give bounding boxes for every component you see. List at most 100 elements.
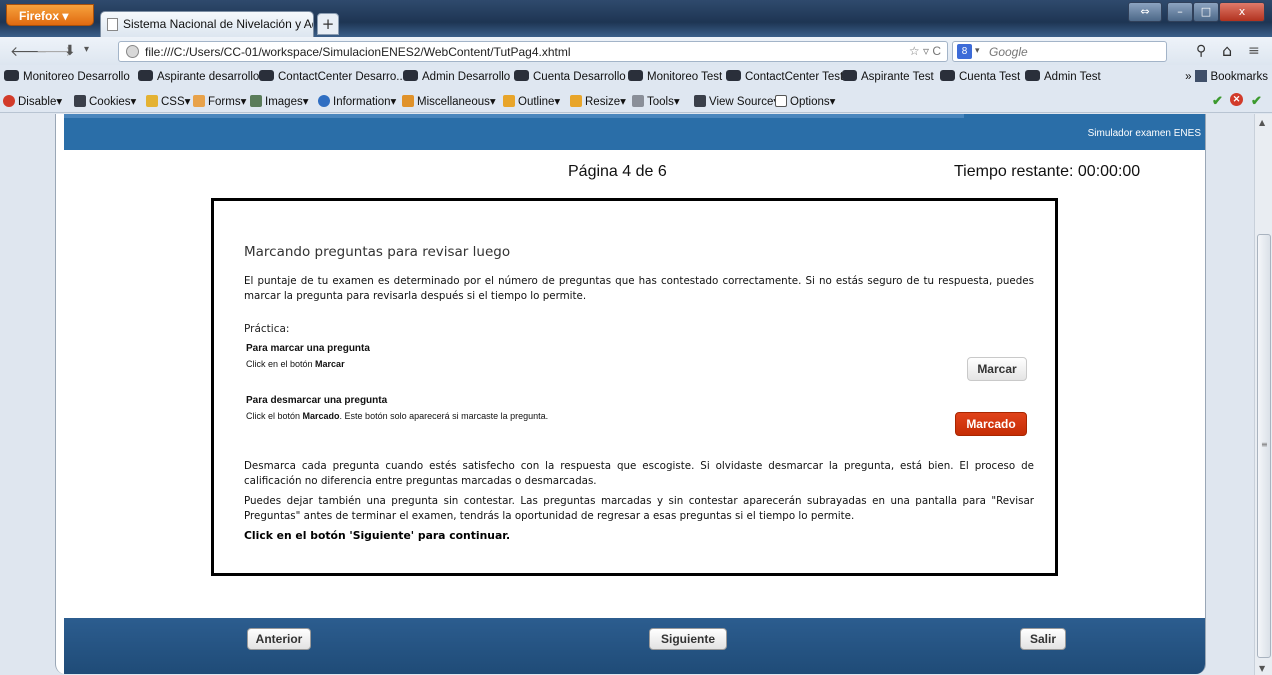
exit-button[interactable]: Salir [1020, 628, 1066, 650]
skip-paragraph: Puedes dejar también una pregunta sin co… [244, 495, 1034, 522]
minimize-button[interactable]: – [1167, 2, 1193, 22]
bookmark-item[interactable]: Admin Desarrollo [403, 70, 510, 83]
page-indicator: Página 4 de 6 [568, 163, 667, 180]
url-bar[interactable]: file:///C:/Users/CC-01/workspace/Simulac… [118, 41, 948, 62]
chevron-down-icon: ▾ [975, 45, 980, 55]
header-banner: Simulador examen ENES [64, 114, 1205, 150]
tab-title: Sistema Nacional de Nivelación y Admis..… [123, 17, 313, 31]
check-icon: ✔ [1251, 93, 1262, 108]
title-bar: Firefox ▾ Sistema Nacional de Nivelación… [0, 0, 1272, 37]
bookmark-item[interactable]: Aspirante desarrollo [138, 70, 259, 83]
bookmark-item[interactable]: Monitoreo Desarrollo [4, 70, 130, 83]
practice-label: Práctica: [244, 323, 290, 335]
download-icon[interactable]: ⬇ [64, 43, 76, 59]
header-label: Simulador examen ENES [1087, 128, 1201, 139]
search-input[interactable]: 8 ▾ Google [952, 41, 1167, 62]
forms-icon [193, 95, 205, 107]
vertical-scrollbar[interactable]: ▲ ≡ ▼ [1254, 114, 1272, 675]
bookmark-item[interactable]: ContactCenter Desarro... [259, 70, 406, 83]
grip-icon: ≡ [1261, 440, 1268, 449]
tutorial-box: Marcando preguntas para revisar luego El… [211, 198, 1058, 576]
menu-icon[interactable]: ≡ [1248, 43, 1260, 59]
wd-information[interactable]: Information▾ [318, 94, 396, 108]
firefox-menu-button[interactable]: Firefox ▾ [6, 4, 94, 26]
options-icon [775, 95, 787, 107]
bookmark-icon [940, 70, 955, 81]
bookmark-star-icon[interactable]: ☆ ▿ C [909, 44, 941, 58]
scroll-up-icon[interactable]: ▲ [1259, 118, 1265, 127]
tutorial-title: Marcando preguntas para revisar luego [244, 244, 511, 260]
marked-button[interactable]: Marcado [955, 412, 1027, 436]
tab-active[interactable]: Sistema Nacional de Nivelación y Admis..… [100, 11, 314, 37]
wd-resize[interactable]: Resize▾ [570, 94, 626, 108]
restore-icon[interactable]: ⇔ [1128, 2, 1162, 22]
scroll-down-icon[interactable]: ▼ [1259, 664, 1265, 673]
new-tab-button[interactable]: + [317, 13, 339, 35]
wd-forms[interactable]: Forms▾ [193, 94, 246, 108]
tools-icon [632, 95, 644, 107]
header-strip [64, 114, 964, 118]
bookmark-icon [4, 70, 19, 81]
url-text: file:///C:/Users/CC-01/workspace/Simulac… [145, 45, 571, 59]
unmark-heading: Para desmarcar una pregunta [246, 395, 388, 406]
wd-tools[interactable]: Tools▾ [632, 94, 680, 108]
bookmark-icon [842, 70, 857, 81]
bookmark-item[interactable]: Cuenta Desarrollo [514, 70, 626, 83]
bookmark-icon [1025, 70, 1040, 81]
wd-outline[interactable]: Outline▾ [503, 94, 560, 108]
mark-instructions: Click en el botón Marcar [246, 359, 345, 369]
disable-icon [3, 95, 15, 107]
intro-paragraph: El puntaje de tu examen es determinado p… [244, 275, 1034, 302]
bookmark-item[interactable]: ContactCenter Test [726, 70, 843, 83]
unmark-paragraph: Desmarca cada pregunta cuando estés sati… [244, 460, 1034, 487]
wd-disable[interactable]: Disable▾ [3, 94, 62, 108]
css-icon [146, 95, 158, 107]
continue-instruction: Click en el botón 'Siguiente' para conti… [244, 529, 511, 542]
outline-icon [503, 95, 515, 107]
search-engine-icon[interactable]: 8 [957, 44, 972, 59]
wd-options[interactable]: Options▾ [775, 94, 835, 108]
wd-view-source[interactable]: View Source▾ [694, 94, 779, 108]
bookmark-item[interactable]: Cuenta Test [940, 70, 1020, 83]
resize-icon [570, 95, 582, 107]
wd-css[interactable]: CSS▾ [146, 94, 190, 108]
next-button[interactable]: Siguiente [649, 628, 727, 650]
globe-icon [126, 45, 139, 58]
bookmark-icon [514, 70, 529, 81]
bookmark-icon [259, 70, 274, 81]
bookmarks-menu[interactable]: » Bookmarks [1185, 70, 1268, 83]
unmark-instructions: Click el botón Marcado. Este botón solo … [246, 411, 549, 421]
search-placeholder: Google [989, 45, 1028, 59]
cookies-icon [74, 95, 86, 107]
mark-button[interactable]: Marcar [967, 357, 1027, 381]
bookmark-item[interactable]: Aspirante Test [842, 70, 934, 83]
footer-bar: Anterior Siguiente Salir [64, 618, 1205, 674]
exam-page: Simulador examen ENES Página 4 de 6 Tiem… [55, 114, 1206, 674]
web-developer-toolbar: Disable▾ Cookies▾ CSS▾ Forms▾ Images▾ In… [0, 89, 1272, 113]
chevron-down-icon[interactable]: ▾ [84, 44, 89, 55]
bookmark-item[interactable]: Admin Test [1025, 70, 1101, 83]
bookmark-icon [138, 70, 153, 81]
chevron-right-icon[interactable]: » [1185, 71, 1191, 83]
search-icon[interactable]: ⚲ [1196, 43, 1206, 59]
scrollbar-thumb[interactable]: ≡ [1257, 234, 1271, 658]
wd-images[interactable]: Images▾ [250, 94, 308, 108]
home-icon[interactable]: ⌂ [1222, 41, 1232, 60]
previous-button[interactable]: Anterior [247, 628, 311, 650]
bookmarks-bar: Monitoreo Desarrollo Aspirante desarroll… [0, 65, 1272, 89]
navigation-bar: 🡐 🡒 ⬇ ▾ file:///C:/Users/CC-01/workspace… [0, 37, 1272, 65]
maximize-button[interactable]: □ [1193, 2, 1219, 22]
error-icon: ✕ [1230, 93, 1243, 106]
bookmark-item[interactable]: Monitoreo Test [628, 70, 722, 83]
browser-window: Firefox ▾ Sistema Nacional de Nivelación… [0, 0, 1272, 675]
bookmarks-icon [1195, 70, 1208, 82]
wd-cookies[interactable]: Cookies▾ [74, 94, 136, 108]
close-button[interactable]: x [1219, 2, 1265, 22]
bookmark-icon [726, 70, 741, 81]
timer: Tiempo restante: 00:00:00 [954, 163, 1141, 180]
page-icon [107, 18, 118, 31]
wd-miscellaneous[interactable]: Miscellaneous▾ [402, 94, 496, 108]
page-viewport: Simulador examen ENES Página 4 de 6 Tiem… [0, 114, 1254, 675]
info-icon [318, 95, 330, 107]
bookmark-icon [628, 70, 643, 81]
